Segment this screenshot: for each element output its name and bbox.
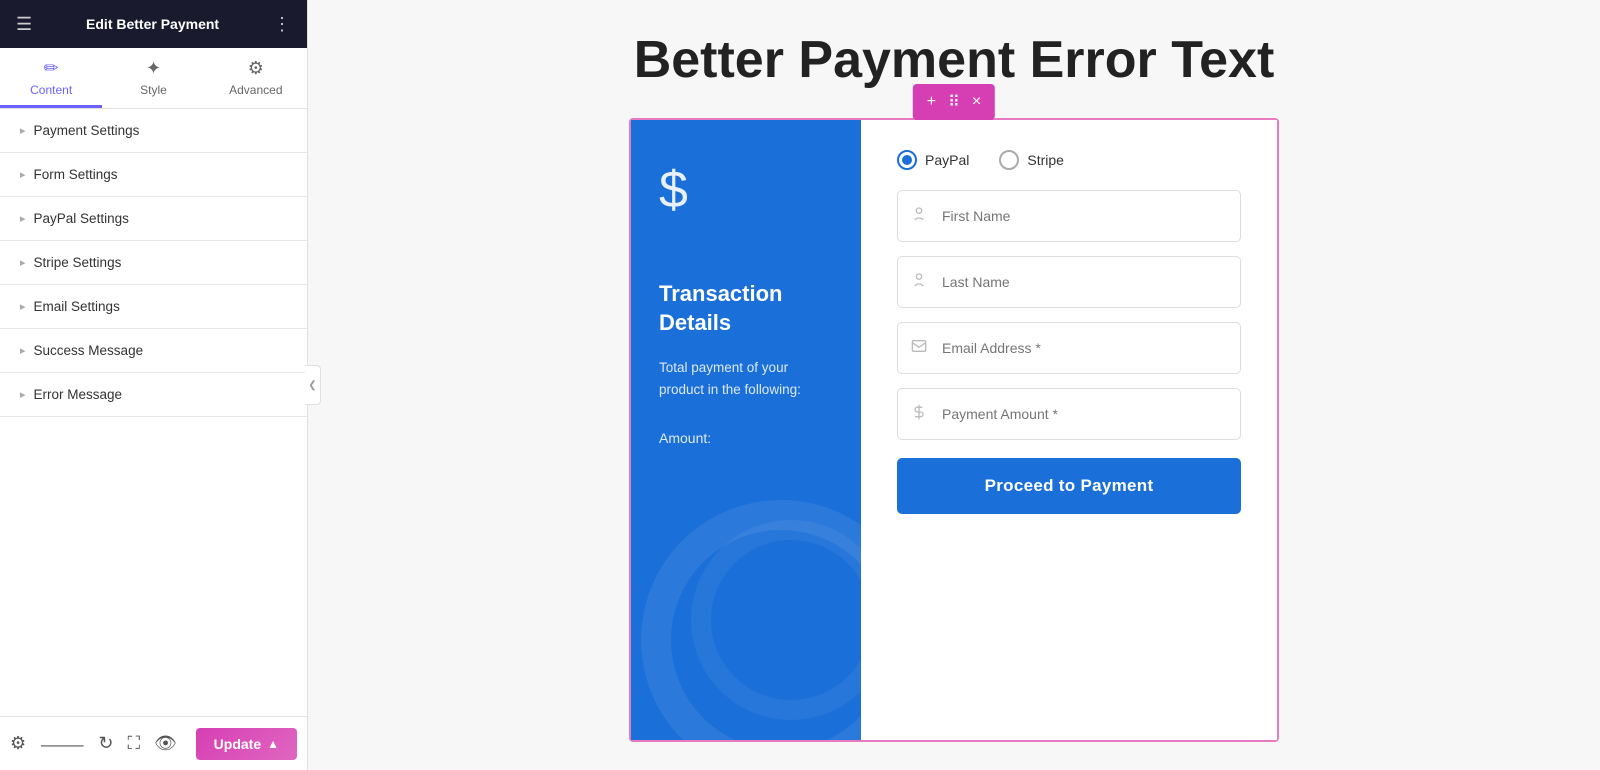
dollar-sign: $ — [659, 160, 833, 220]
tab-advanced[interactable]: ⚙ Advanced — [205, 48, 307, 108]
sidebar-item-success-message[interactable]: ▸ Success Message — [0, 329, 307, 373]
update-chevron-icon: ▲ — [267, 737, 279, 751]
chevron-icon: ▸ — [20, 300, 26, 313]
chevron-icon: ▸ — [20, 124, 26, 137]
tab-style[interactable]: ✦ Style — [102, 48, 204, 108]
menu-item-label: Success Message — [34, 343, 144, 358]
widget-left-panel: $ Transaction Details Total payment of y… — [631, 120, 861, 740]
content-tab-label: Content — [30, 83, 72, 97]
menu-item-label: Form Settings — [34, 167, 118, 182]
sidebar-item-payment-settings[interactable]: ▸ Payment Settings — [0, 109, 307, 153]
amount-label: Amount: — [659, 430, 833, 446]
widget-toolbar: + ⠿ × — [913, 84, 995, 120]
menu-item-label: PayPal Settings — [34, 211, 129, 226]
transaction-desc: Total payment of your product in the fol… — [659, 357, 833, 400]
update-button[interactable]: Update ▲ — [196, 728, 297, 760]
toolbar-add-button[interactable]: + — [923, 91, 940, 113]
crop-icon[interactable]: ⛶ — [128, 733, 141, 754]
sidebar-item-error-message[interactable]: ▸ Error Message — [0, 373, 307, 417]
gear-icon[interactable]: ⚙ — [10, 733, 26, 754]
paypal-radio-inner — [902, 155, 912, 165]
email-input[interactable] — [897, 322, 1241, 374]
footer-icons: ⚙ ⸻ ↻ ⛶ 👁 — [10, 731, 177, 757]
menu-item-label: Stripe Settings — [34, 255, 122, 270]
transaction-title: Transaction Details — [659, 280, 833, 337]
widget-right-panel: PayPal Stripe — [861, 120, 1277, 740]
first-name-input[interactable] — [897, 190, 1241, 242]
payment-amount-field-wrapper — [897, 388, 1241, 440]
collapse-handle[interactable]: ❮ — [305, 365, 321, 405]
layers-icon[interactable]: ⸻ — [40, 731, 84, 757]
proceed-to-payment-button[interactable]: Proceed to Payment — [897, 458, 1241, 514]
paypal-label: PayPal — [925, 152, 969, 168]
email-field-wrapper — [897, 322, 1241, 374]
paypal-radio-circle — [897, 150, 917, 170]
person-icon — [911, 206, 927, 227]
stripe-radio-circle — [999, 150, 1019, 170]
chevron-icon: ▸ — [20, 344, 26, 357]
payment-amount-input[interactable] — [897, 388, 1241, 440]
menu-item-label: Error Message — [34, 387, 123, 402]
sidebar-header: ☰ Edit Better Payment ⋮ — [0, 0, 307, 48]
eye-icon[interactable]: 👁 — [154, 733, 177, 754]
toolbar-move-button[interactable]: ⠿ — [944, 90, 964, 114]
grid-icon[interactable]: ⋮ — [273, 14, 291, 35]
sidebar: ☰ Edit Better Payment ⋮ ✏ Content ✦ Styl… — [0, 0, 308, 770]
sidebar-item-email-settings[interactable]: ▸ Email Settings — [0, 285, 307, 329]
style-tab-icon: ✦ — [146, 58, 161, 79]
sidebar-menu: ▸ Payment Settings ▸ Form Settings ▸ Pay… — [0, 109, 307, 716]
page-title: Better Payment Error Text — [634, 30, 1275, 90]
stripe-radio-option[interactable]: Stripe — [999, 150, 1064, 170]
payment-widget: $ Transaction Details Total payment of y… — [631, 120, 1277, 740]
sidebar-tabs: ✏ Content ✦ Style ⚙ Advanced — [0, 48, 307, 109]
sidebar-footer: ⚙ ⸻ ↻ ⛶ 👁 Update ▲ — [0, 716, 307, 770]
menu-item-label: Payment Settings — [34, 123, 140, 138]
paypal-radio-option[interactable]: PayPal — [897, 150, 969, 170]
tab-content[interactable]: ✏ Content — [0, 48, 102, 108]
last-name-input[interactable] — [897, 256, 1241, 308]
dollar-input-icon — [911, 404, 927, 425]
history-icon[interactable]: ↻ — [98, 733, 113, 754]
main-content: Better Payment Error Text + ⠿ × $ Transa… — [308, 0, 1600, 770]
menu-item-label: Email Settings — [34, 299, 120, 314]
sidebar-title: Edit Better Payment — [86, 16, 219, 32]
sidebar-item-form-settings[interactable]: ▸ Form Settings — [0, 153, 307, 197]
hamburger-icon[interactable]: ☰ — [16, 14, 32, 35]
style-tab-label: Style — [140, 83, 167, 97]
advanced-tab-label: Advanced — [229, 83, 282, 97]
advanced-tab-icon: ⚙ — [248, 58, 264, 79]
last-name-field-wrapper — [897, 256, 1241, 308]
first-name-field-wrapper — [897, 190, 1241, 242]
mail-icon — [911, 338, 927, 359]
sidebar-item-stripe-settings[interactable]: ▸ Stripe Settings — [0, 241, 307, 285]
toolbar-close-button[interactable]: × — [968, 91, 985, 113]
stripe-label: Stripe — [1027, 152, 1064, 168]
person-icon — [911, 272, 927, 293]
chevron-icon: ▸ — [20, 168, 26, 181]
content-tab-icon: ✏ — [44, 58, 59, 79]
update-label: Update — [214, 736, 261, 752]
payment-widget-wrapper: + ⠿ × $ Transaction Details Total paymen… — [629, 118, 1279, 742]
chevron-icon: ▸ — [20, 212, 26, 225]
chevron-icon: ▸ — [20, 256, 26, 269]
sidebar-item-paypal-settings[interactable]: ▸ PayPal Settings — [0, 197, 307, 241]
chevron-icon: ▸ — [20, 388, 26, 401]
payment-method-row: PayPal Stripe — [897, 150, 1241, 170]
